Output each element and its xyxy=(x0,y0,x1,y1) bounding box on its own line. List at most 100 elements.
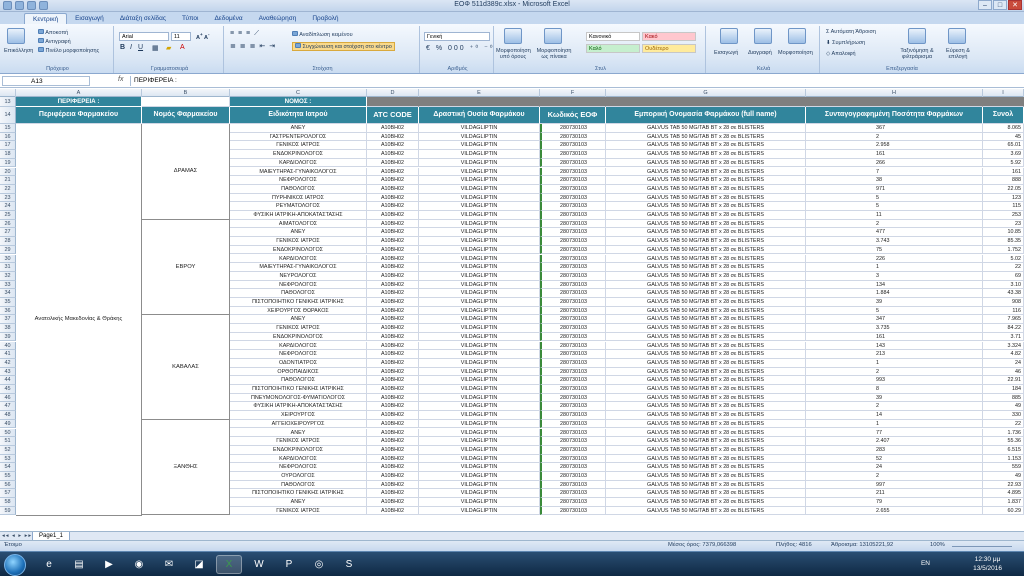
excel-taskbar-icon[interactable]: X xyxy=(216,555,242,574)
row-header[interactable]: 23 xyxy=(0,193,16,203)
total-cell[interactable]: 885 xyxy=(983,393,1024,403)
substance-cell[interactable]: VILDAGLIPTIN xyxy=(419,141,540,151)
substance-cell[interactable]: VILDAGLIPTIN xyxy=(419,176,540,185)
tab-insert[interactable]: Εισαγωγή xyxy=(67,13,112,24)
column-title-cell[interactable]: Συνταγογραφημένη Ποσότητα Φαρμάκων xyxy=(806,107,983,124)
eof-code-cell[interactable]: 280730103 xyxy=(540,184,606,194)
atc-cell[interactable]: A10BH02 xyxy=(367,184,419,194)
row-header[interactable]: 51 xyxy=(0,437,16,446)
column-header[interactable]: F xyxy=(540,89,606,97)
eof-code-cell[interactable]: 280730103 xyxy=(540,141,606,151)
select-all-corner[interactable] xyxy=(0,89,16,97)
quantity-cell[interactable]: 39 xyxy=(806,393,983,403)
eof-code-cell[interactable]: 280730103 xyxy=(540,480,606,490)
row-header[interactable]: 14 xyxy=(0,107,16,124)
substance-cell[interactable]: VILDAGLIPTIN xyxy=(419,254,540,264)
specialty-cell[interactable]: ΑΝΕΥ xyxy=(230,228,367,238)
prefecture-merged-cell[interactable]: ΔΡΑΜΑΣ xyxy=(142,124,230,220)
total-cell[interactable]: 22.05 xyxy=(983,184,1024,194)
atc-cell[interactable]: A10BH02 xyxy=(367,263,419,272)
row-header[interactable]: 49 xyxy=(0,419,16,429)
atc-cell[interactable]: A10BH02 xyxy=(367,158,419,168)
specialty-cell[interactable]: ΓΕΝΙΚΟΣ ΙΑΤΡΟΣ xyxy=(230,437,367,446)
substance-cell[interactable]: VILDAGLIPTIN xyxy=(419,202,540,211)
column-header[interactable]: A xyxy=(16,89,142,97)
atc-cell[interactable]: A10BH02 xyxy=(367,367,419,377)
specialty-cell[interactable]: ΕΝΔΟΚΡΙΝΟΛΟΓΟΣ xyxy=(230,245,367,255)
column-header[interactable]: I xyxy=(983,89,1024,97)
product-name-cell[interactable]: GALVUS TAB 50 MG/TAB BT x 28 σε BLISTERS xyxy=(606,219,806,229)
total-cell[interactable]: 123 xyxy=(983,193,1024,203)
quantity-cell[interactable]: 226 xyxy=(806,254,983,264)
atc-cell[interactable]: A10BH02 xyxy=(367,306,419,316)
eof-code-cell[interactable]: 280730103 xyxy=(540,419,606,429)
tab-formulas[interactable]: Τύποι xyxy=(174,13,206,24)
atc-cell[interactable]: A10BH02 xyxy=(367,280,419,290)
tab-page-layout[interactable]: Διάταξη σελίδας xyxy=(112,13,174,24)
specialty-cell[interactable]: ΚΑΡΔΙΟΛΟΓΟΣ xyxy=(230,158,367,168)
prefecture-merged-cell[interactable]: ΚΑΒΑΛΑΣ xyxy=(142,315,230,420)
eof-code-cell[interactable]: 280730103 xyxy=(540,124,606,133)
total-cell[interactable]: 559 xyxy=(983,463,1024,472)
specialty-cell[interactable]: ΠΑΘΟΛΟΓΟΣ xyxy=(230,184,367,194)
quantity-cell[interactable]: 161 xyxy=(806,332,983,342)
quantity-cell[interactable]: 2.407 xyxy=(806,437,983,446)
specialty-cell[interactable]: ΦΥΣΙΚΗ ΙΑΤΡΙΚΗ-ΑΠΟΚΑΤΑΣΤΑΣΗΣ xyxy=(230,402,367,412)
style-neutral[interactable]: Ουδέτερο xyxy=(642,44,696,53)
row-header[interactable]: 19 xyxy=(0,158,16,168)
atc-cell[interactable]: A10BH02 xyxy=(367,245,419,255)
substance-cell[interactable]: VILDAGLIPTIN xyxy=(419,472,540,481)
eof-code-cell[interactable]: 280730103 xyxy=(540,463,606,472)
tab-view[interactable]: Προβολή xyxy=(304,13,346,24)
product-name-cell[interactable]: GALVUS TAB 50 MG/TAB BT x 28 σε BLISTERS xyxy=(606,463,806,472)
row-header[interactable]: 36 xyxy=(0,306,16,316)
eof-code-cell[interactable]: 280730103 xyxy=(540,132,606,142)
total-cell[interactable]: 908 xyxy=(983,298,1024,307)
sheet-navigation-icons[interactable]: ◂◂ ◂ ▸ ▸▸ xyxy=(2,533,32,539)
substance-cell[interactable]: VILDAGLIPTIN xyxy=(419,219,540,229)
quantity-cell[interactable]: 79 xyxy=(806,498,983,507)
row-header[interactable]: 46 xyxy=(0,393,16,403)
row-header[interactable]: 38 xyxy=(0,324,16,333)
substance-cell[interactable]: VILDAGLIPTIN xyxy=(419,167,540,177)
total-cell[interactable]: 116 xyxy=(983,306,1024,316)
tab-review[interactable]: Αναθεώρηση xyxy=(251,13,305,24)
eof-code-cell[interactable]: 280730103 xyxy=(540,193,606,203)
eof-code-cell[interactable]: 280730103 xyxy=(540,280,606,290)
atc-cell[interactable]: A10BH02 xyxy=(367,402,419,412)
italic-button[interactable]: I xyxy=(130,44,132,51)
quantity-cell[interactable]: 143 xyxy=(806,341,983,351)
product-name-cell[interactable]: GALVUS TAB 50 MG/TAB BT x 28 σε BLISTERS xyxy=(606,158,806,168)
product-name-cell[interactable]: GALVUS TAB 50 MG/TAB BT x 28 σε BLISTERS xyxy=(606,437,806,446)
quantity-cell[interactable]: 1.884 xyxy=(806,289,983,298)
product-name-cell[interactable]: GALVUS TAB 50 MG/TAB BT x 28 σε BLISTERS xyxy=(606,332,806,342)
total-cell[interactable]: 22 xyxy=(983,419,1024,429)
substance-cell[interactable]: VILDAGLIPTIN xyxy=(419,454,540,464)
close-button[interactable]: ✕ xyxy=(1008,0,1022,10)
row-header[interactable]: 25 xyxy=(0,211,16,220)
column-title-cell[interactable]: ATC CODE xyxy=(367,107,419,124)
chrome-icon[interactable]: ◎ xyxy=(306,555,332,574)
quantity-cell[interactable]: 997 xyxy=(806,480,983,490)
atc-cell[interactable]: A10BH02 xyxy=(367,124,419,133)
format-as-table-icon[interactable] xyxy=(544,28,562,44)
total-cell[interactable]: 330 xyxy=(983,411,1024,420)
copy-button[interactable]: Αντιγραφή xyxy=(38,38,71,45)
sort-filter-icon[interactable] xyxy=(908,28,926,44)
atc-cell[interactable]: A10BH02 xyxy=(367,332,419,342)
wrap-text-button[interactable]: Αναδίπλωση κειμένου xyxy=(292,31,353,38)
table-cell[interactable] xyxy=(540,97,606,107)
total-cell[interactable]: 55.36 xyxy=(983,437,1024,446)
conditional-format-button[interactable]: Μορφοποίηση υπό όρους xyxy=(496,48,531,60)
format-painter-button[interactable]: Πινέλο μορφοποίησης xyxy=(38,47,99,54)
quantity-cell[interactable]: 1 xyxy=(806,419,983,429)
specialty-cell[interactable]: ΦΥΣΙΚΗ ΙΑΤΡΙΚΗ-ΑΠΟΚΑΤΑΣΤΑΣΗΣ xyxy=(230,211,367,220)
row-header[interactable]: 39 xyxy=(0,332,16,342)
row-header[interactable]: 29 xyxy=(0,245,16,255)
eof-code-cell[interactable]: 280730103 xyxy=(540,263,606,272)
zoom-level[interactable]: 100% xyxy=(930,542,945,548)
product-name-cell[interactable]: GALVUS TAB 50 MG/TAB BT x 28 σε BLISTERS xyxy=(606,141,806,151)
atc-cell[interactable]: A10BH02 xyxy=(367,176,419,185)
substance-cell[interactable]: VILDAGLIPTIN xyxy=(419,280,540,290)
row-header[interactable]: 59 xyxy=(0,506,16,516)
